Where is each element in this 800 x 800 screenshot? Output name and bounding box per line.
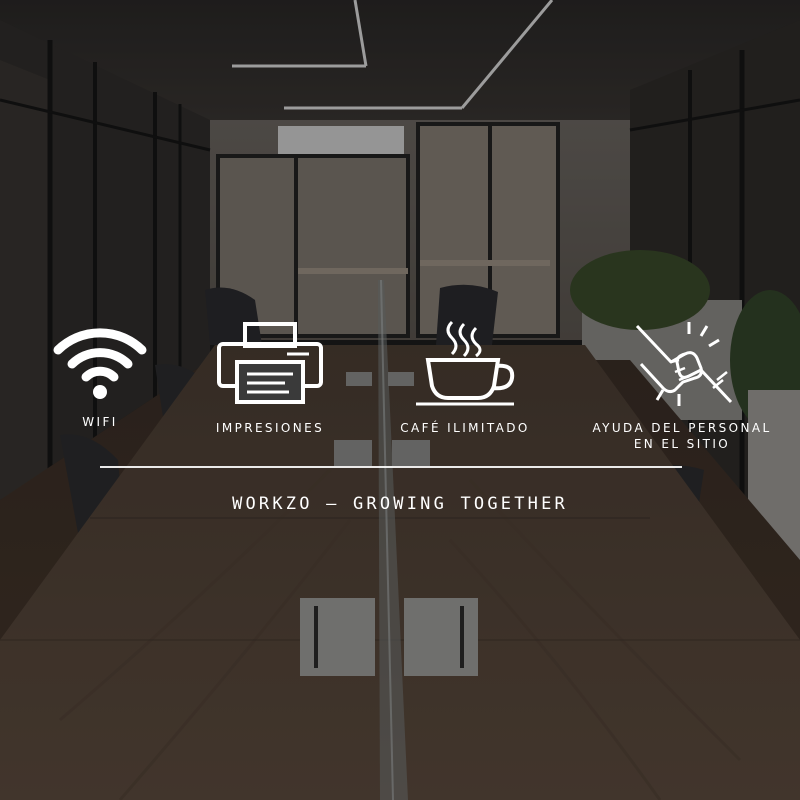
tagline: WORKZO – GROWING TOGETHER [232,494,568,514]
coffee-cup-icon [416,320,515,406]
banner: WIFI IMPRESIONES CAFÉ ILIMITADO AYUDA DE… [0,0,800,800]
feature-label-wifi: WIFI [82,415,118,429]
feature-wifi: WIFI [40,320,160,430]
feature-label-help-line2: EN EL SITIO [633,437,731,451]
feature-label-help-line1: AYUDA DEL PERSONAL [592,421,772,435]
wifi-icon [53,328,147,399]
feature-printing: IMPRESIONES [200,320,340,436]
helping-hands-icon [635,322,733,406]
feature-coffee: CAFÉ ILIMITADO [380,320,550,436]
feature-label-printing: IMPRESIONES [215,421,325,435]
printer-icon [217,322,323,404]
feature-staff-help: AYUDA DEL PERSONAL EN EL SITIO [572,320,792,452]
feature-label-coffee: CAFÉ ILIMITADO [400,421,530,435]
divider-line [100,466,682,468]
